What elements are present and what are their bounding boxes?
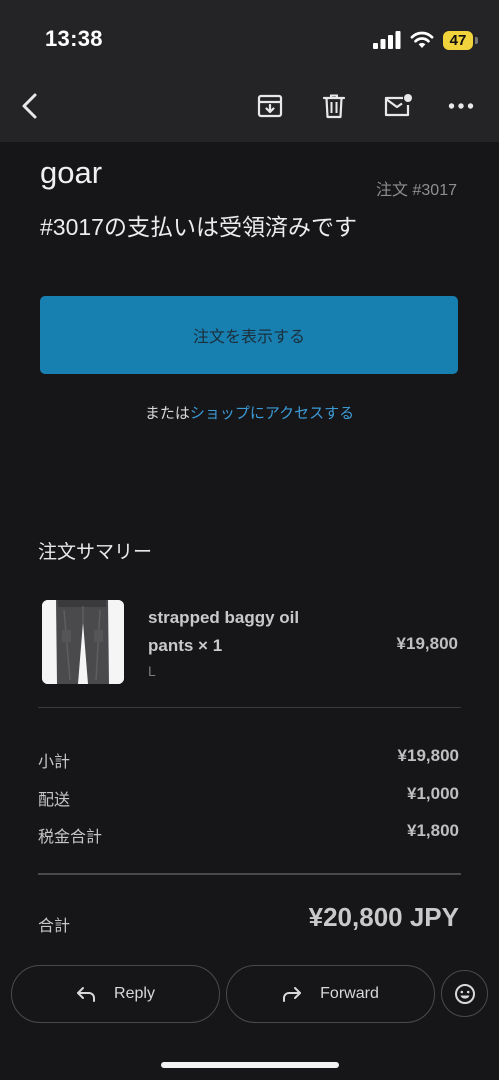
order-summary-title: 注文サマリー (38, 542, 153, 563)
product-image[interactable] (42, 600, 124, 684)
subtotal-label: 小計 (38, 754, 71, 771)
archive-icon (257, 94, 283, 118)
shop-name: goar (40, 155, 103, 190)
cellular-signal-icon (373, 31, 401, 49)
subtotal-value: ¥19,800 (397, 746, 459, 765)
trash-icon (322, 94, 346, 119)
item-divider (38, 707, 461, 708)
shop-link-line: またはショップにアクセスする (0, 402, 499, 423)
emoji-reaction-button[interactable] (441, 970, 488, 1017)
forward-button[interactable]: Forward (226, 965, 435, 1023)
archive-button[interactable] (252, 88, 288, 124)
shipping-value: ¥1,000 (407, 784, 459, 803)
total-value: ¥20,800 JPY (308, 902, 459, 932)
mark-unread-icon (384, 94, 412, 117)
item-name: strapped baggy oil pants × 1 (148, 608, 300, 655)
chevron-left-icon (22, 93, 37, 119)
battery-indicator: 47 (443, 30, 478, 50)
forward-icon (283, 987, 302, 1002)
order-number: 注文 #3017 (376, 182, 457, 199)
total-divider (38, 873, 461, 875)
or-text: または (144, 405, 190, 422)
tax-value: ¥1,800 (407, 821, 459, 840)
mark-unread-button[interactable] (380, 88, 416, 124)
wifi-icon (410, 31, 434, 48)
status-time: 13:38 (45, 26, 103, 51)
tax-label: 税金合計 (38, 829, 103, 846)
total-label: 合計 (38, 918, 71, 935)
status-bar: 13:38 47 (0, 0, 499, 70)
shipping-label: 配送 (38, 792, 71, 809)
pants-image (42, 600, 124, 684)
more-icon (448, 103, 474, 109)
home-indicator[interactable] (161, 1062, 339, 1068)
email-toolbar (0, 70, 499, 142)
reply-icon (77, 987, 96, 1002)
more-button[interactable] (443, 88, 479, 124)
forward-label: Forward (320, 985, 379, 1002)
view-order-button[interactable]: 注文を表示する (40, 296, 458, 374)
reply-button[interactable]: Reply (11, 965, 220, 1023)
back-button[interactable] (12, 88, 48, 124)
item-variant: L (148, 663, 156, 679)
smiley-icon (454, 983, 475, 1004)
status-icons: 47 (373, 29, 478, 51)
delete-button[interactable] (316, 88, 352, 124)
visit-shop-link[interactable]: ショップにアクセスする (190, 405, 354, 422)
email-headline: #3017の支払いは受領済みです (40, 214, 357, 240)
reply-label: Reply (114, 985, 155, 1002)
item-price: ¥19,800 (396, 634, 458, 653)
